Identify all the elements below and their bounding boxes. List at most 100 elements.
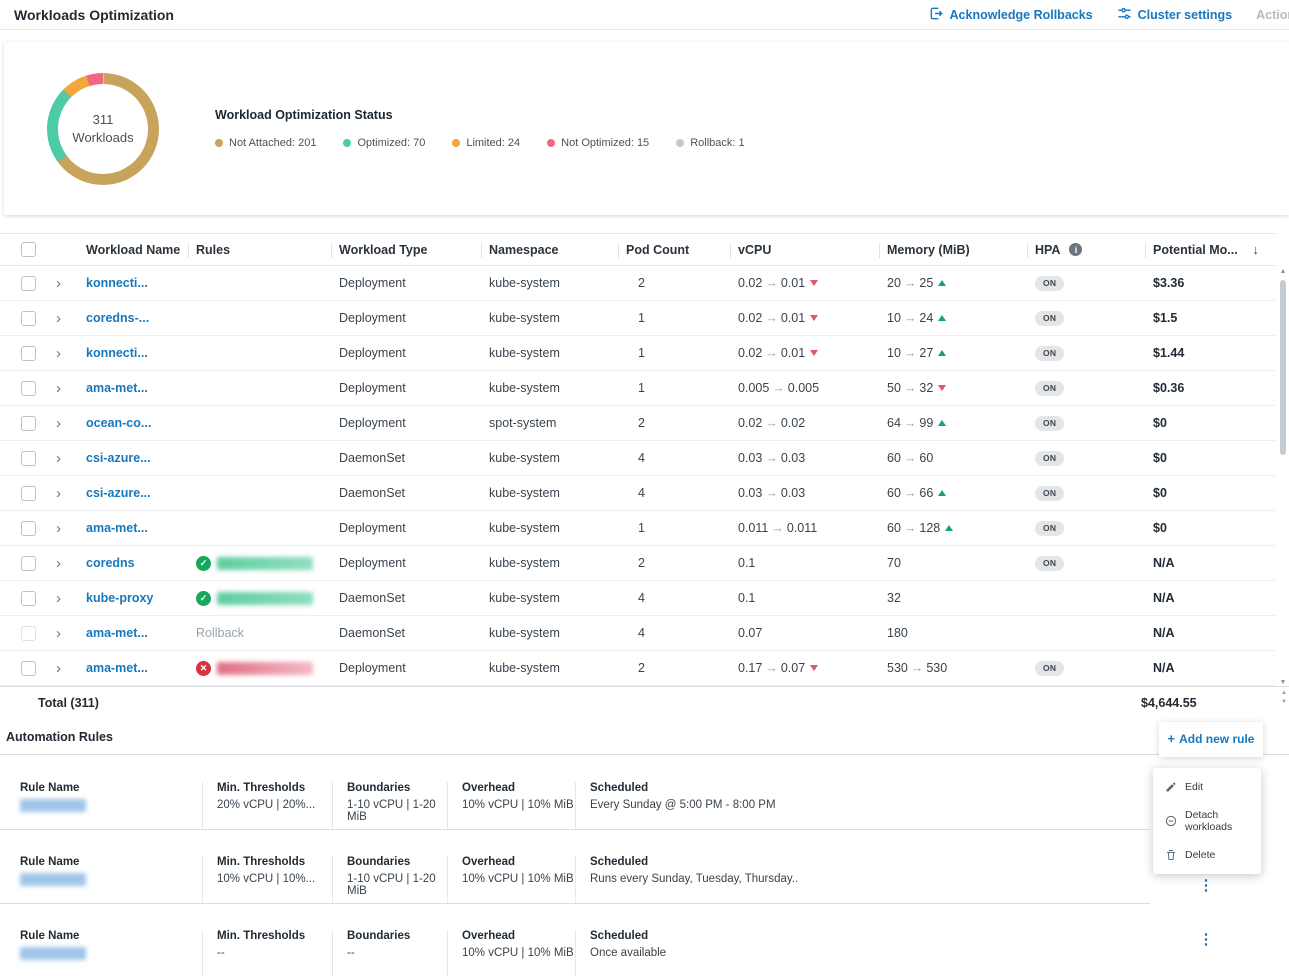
col-header-potential[interactable]: Potential Mo...↓ bbox=[1145, 234, 1275, 265]
rule-kebab-menu-icon[interactable]: ⋮ bbox=[1196, 930, 1216, 948]
workload-name-link[interactable]: ama-met... bbox=[86, 381, 148, 395]
add-rule-card: +Add new rule bbox=[1159, 722, 1263, 757]
row-expand-chevron[interactable]: › bbox=[46, 581, 78, 615]
hpa-toggle[interactable]: ON bbox=[1035, 556, 1064, 571]
hpa-toggle[interactable]: ON bbox=[1035, 276, 1064, 291]
automation-rules-title: Automation Rules bbox=[0, 724, 1289, 755]
scroll-up-arrow-icon[interactable]: ▲ bbox=[1281, 690, 1287, 696]
table-scrollbar[interactable]: ▲ ▼ bbox=[1277, 268, 1289, 686]
arrow-right-icon: → bbox=[904, 381, 917, 395]
workload-name-link[interactable]: ama-met... bbox=[86, 626, 148, 640]
select-all-checkbox[interactable] bbox=[21, 242, 36, 257]
table-scroll-buttons[interactable]: ▲▼ bbox=[1281, 690, 1287, 705]
row-expand-chevron[interactable]: › bbox=[46, 651, 78, 685]
namespace-cell: kube-system bbox=[481, 581, 618, 615]
scheduled-label: Scheduled bbox=[590, 930, 1150, 942]
potential-cell: $0 bbox=[1145, 406, 1275, 440]
table-row: › ocean-co... Deployment spot-system 2 0… bbox=[0, 406, 1275, 441]
row-expand-chevron[interactable]: › bbox=[46, 266, 78, 300]
col-header-memory[interactable]: Memory (MiB) bbox=[879, 234, 1027, 265]
scroll-down-arrow-icon[interactable]: ▼ bbox=[1281, 699, 1287, 705]
rules-list: Rule Name Min. Thresholds20% vCPU | 20%.… bbox=[0, 773, 1150, 976]
workload-name-link[interactable]: coredns-... bbox=[86, 311, 149, 325]
row-checkbox[interactable] bbox=[21, 451, 36, 466]
thresholds-label: Min. Thresholds bbox=[217, 930, 332, 942]
row-checkbox[interactable] bbox=[21, 556, 36, 571]
actions-button[interactable]: Action bbox=[1256, 8, 1289, 22]
row-expand-chevron[interactable]: › bbox=[46, 546, 78, 580]
rule-kebab-menu-icon[interactable]: ⋮ bbox=[1196, 876, 1216, 894]
hpa-toggle[interactable]: ON bbox=[1035, 486, 1064, 501]
vcpu-cell: 0.011→0.011 bbox=[730, 511, 879, 545]
scroll-up-arrow-icon[interactable]: ▲ bbox=[1277, 268, 1289, 275]
row-checkbox[interactable] bbox=[21, 486, 36, 501]
row-expand-chevron[interactable]: › bbox=[46, 301, 78, 335]
row-checkbox[interactable] bbox=[21, 521, 36, 536]
row-checkbox[interactable] bbox=[21, 416, 36, 431]
hpa-toggle[interactable]: ON bbox=[1035, 381, 1064, 396]
row-expand-chevron[interactable]: › bbox=[46, 441, 78, 475]
menu-item-detach-workloads[interactable]: Detach workloads bbox=[1153, 801, 1261, 841]
hpa-toggle[interactable]: ON bbox=[1035, 661, 1064, 676]
pod-count-cell: 4 bbox=[618, 476, 730, 510]
scrollbar-thumb[interactable] bbox=[1280, 280, 1286, 455]
rules-cell: ✕ bbox=[188, 651, 331, 685]
menu-item-delete[interactable]: Delete bbox=[1153, 841, 1261, 869]
workload-name-link[interactable]: ama-met... bbox=[86, 521, 148, 535]
hpa-info-icon[interactable]: i bbox=[1069, 243, 1082, 256]
row-checkbox[interactable] bbox=[21, 311, 36, 326]
hpa-toggle[interactable]: ON bbox=[1035, 521, 1064, 536]
workload-name-link[interactable]: csi-azure... bbox=[86, 451, 151, 465]
legend-label: Rollback: 1 bbox=[690, 137, 744, 149]
workload-name-link[interactable]: coredns bbox=[86, 556, 135, 570]
row-checkbox[interactable] bbox=[21, 626, 36, 641]
row-checkbox[interactable] bbox=[21, 381, 36, 396]
col-header-rules[interactable]: Rules bbox=[188, 234, 331, 265]
col-header-workload-type[interactable]: Workload Type bbox=[331, 234, 481, 265]
vcpu-cell: 0.1 bbox=[730, 581, 879, 615]
workload-name-link[interactable]: csi-azure... bbox=[86, 486, 151, 500]
row-checkbox[interactable] bbox=[21, 661, 36, 676]
col-header-vcpu[interactable]: vCPU bbox=[730, 234, 879, 265]
row-expand-chevron[interactable]: › bbox=[46, 476, 78, 510]
scheduled-value: Every Sunday @ 5:00 PM - 8:00 PM bbox=[590, 799, 1150, 811]
cluster-settings-button[interactable]: Cluster settings bbox=[1117, 6, 1232, 24]
namespace-cell: kube-system bbox=[481, 616, 618, 650]
scroll-down-arrow-icon[interactable]: ▼ bbox=[1277, 679, 1289, 686]
workload-name-link[interactable]: ocean-co... bbox=[86, 416, 151, 430]
acknowledge-rollbacks-button[interactable]: Acknowledge Rollbacks bbox=[929, 6, 1093, 24]
legend-dot bbox=[343, 139, 351, 147]
trend-up-icon bbox=[938, 315, 946, 321]
workload-name-link[interactable]: konnecti... bbox=[86, 276, 148, 290]
col-header-namespace[interactable]: Namespace bbox=[481, 234, 618, 265]
hpa-toggle[interactable]: ON bbox=[1035, 311, 1064, 326]
arrow-right-icon: → bbox=[904, 416, 917, 430]
workload-name-link[interactable]: konnecti... bbox=[86, 346, 148, 360]
add-new-rule-button[interactable]: +Add new rule bbox=[1168, 732, 1255, 746]
row-expand-chevron[interactable]: › bbox=[46, 336, 78, 370]
rules-cell bbox=[188, 476, 331, 510]
workload-name-link[interactable]: ama-met... bbox=[86, 661, 148, 675]
workload-name-link[interactable]: kube-proxy bbox=[86, 591, 153, 605]
row-expand-chevron[interactable]: › bbox=[46, 616, 78, 650]
row-checkbox[interactable] bbox=[21, 276, 36, 291]
row-checkbox[interactable] bbox=[21, 591, 36, 606]
menu-item-edit[interactable]: Edit bbox=[1153, 773, 1261, 801]
row-expand-chevron[interactable]: › bbox=[46, 511, 78, 545]
col-header-workload-name[interactable]: Workload Name bbox=[78, 234, 188, 265]
row-checkbox[interactable] bbox=[21, 346, 36, 361]
trend-up-icon bbox=[945, 525, 953, 531]
rule-name-redacted bbox=[20, 799, 86, 812]
legend-label: Optimized: 70 bbox=[357, 137, 425, 149]
col-header-hpa[interactable]: HPAi bbox=[1027, 234, 1145, 265]
col-header-pod-count[interactable]: Pod Count bbox=[618, 234, 730, 265]
potential-cell: $0 bbox=[1145, 511, 1275, 545]
hpa-toggle[interactable]: ON bbox=[1035, 416, 1064, 431]
row-expand-chevron[interactable]: › bbox=[46, 371, 78, 405]
legend-label: Not Attached: 201 bbox=[229, 137, 316, 149]
hpa-toggle[interactable]: ON bbox=[1035, 451, 1064, 466]
pod-count-cell: 1 bbox=[618, 511, 730, 545]
hpa-toggle[interactable]: ON bbox=[1035, 346, 1064, 361]
row-expand-chevron[interactable]: › bbox=[46, 406, 78, 440]
legend-dot bbox=[547, 139, 555, 147]
